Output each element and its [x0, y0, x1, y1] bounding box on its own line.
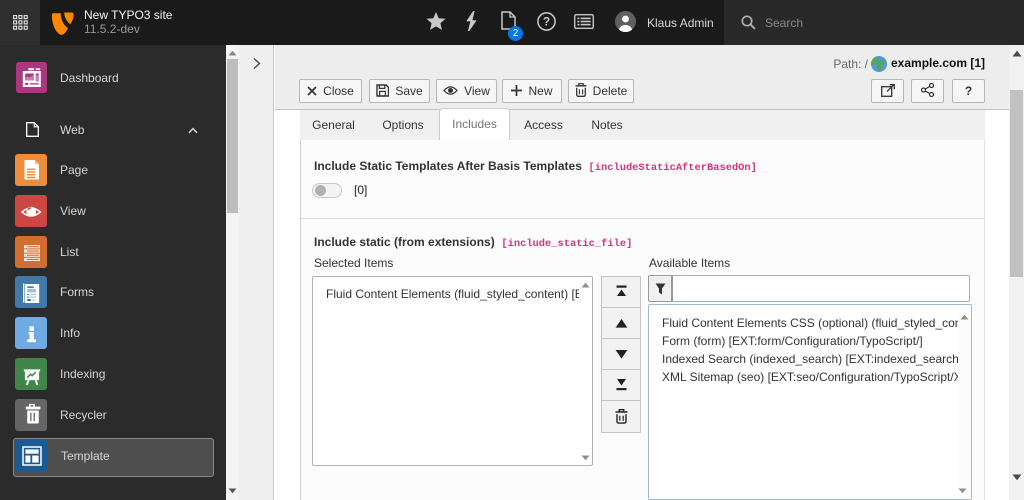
svg-text:?: ? [543, 15, 550, 29]
